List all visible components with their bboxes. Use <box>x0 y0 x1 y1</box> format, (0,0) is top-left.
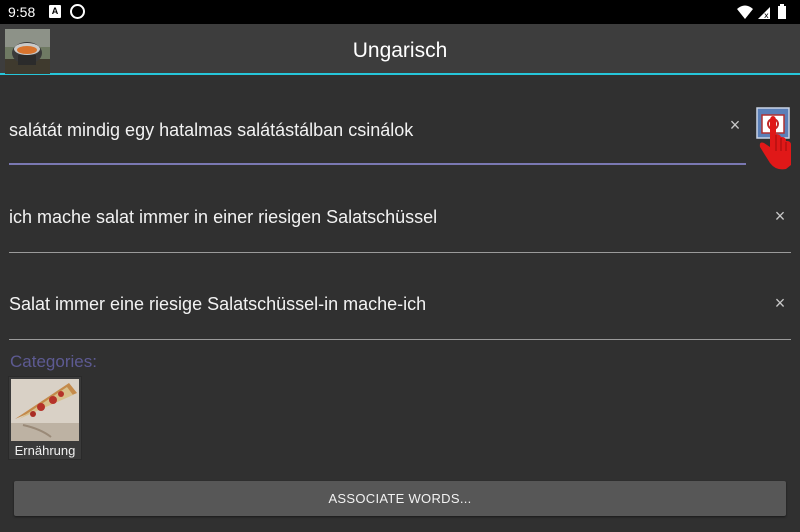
battery-icon <box>778 4 786 19</box>
pizza-slice-image <box>11 379 79 441</box>
associate-words-button[interactable]: ASSOCIATE WORDS... <box>14 481 786 516</box>
clear-german-button[interactable]: × <box>769 205 791 227</box>
status-time: 9:58 <box>8 4 36 20</box>
speak-button[interactable] <box>756 107 792 173</box>
svg-text:x: x <box>764 11 769 20</box>
app-bar: Ungarisch <box>0 24 800 75</box>
hungarian-field-underline <box>9 163 746 165</box>
word-order-field-underline <box>9 339 791 340</box>
word-order-text-field[interactable]: Salat immer eine riesige Salatschüssel-i… <box>9 292 769 322</box>
a-notification-icon: A <box>49 5 61 18</box>
category-item-ernaehrung[interactable]: Ernährung <box>8 376 82 460</box>
clear-word-order-button[interactable]: × <box>769 292 791 314</box>
german-field-underline <box>9 252 791 253</box>
signal-icon: x <box>758 7 770 20</box>
status-bar: 9:58 A x <box>0 0 800 24</box>
categories-label: Categories: <box>10 352 97 371</box>
german-text-field[interactable]: ich mache salat immer in einer riesigen … <box>9 205 769 235</box>
wifi-icon <box>737 5 753 19</box>
clear-hungarian-button[interactable]: × <box>724 114 746 136</box>
word-order-text-value[interactable]: Salat immer eine riesige Salatschüssel-i… <box>9 294 426 315</box>
sync-icon <box>70 4 85 19</box>
hungarian-text-value[interactable]: salátát mindig egy hatalmas salátástálba… <box>9 120 413 141</box>
german-text-value[interactable]: ich mache salat immer in einer riesigen … <box>9 207 437 228</box>
category-label: Ernährung <box>14 443 76 458</box>
page-title: Ungarisch <box>352 39 448 62</box>
hungarian-text-field[interactable]: salátát mindig egy hatalmas salátástálba… <box>9 118 754 148</box>
